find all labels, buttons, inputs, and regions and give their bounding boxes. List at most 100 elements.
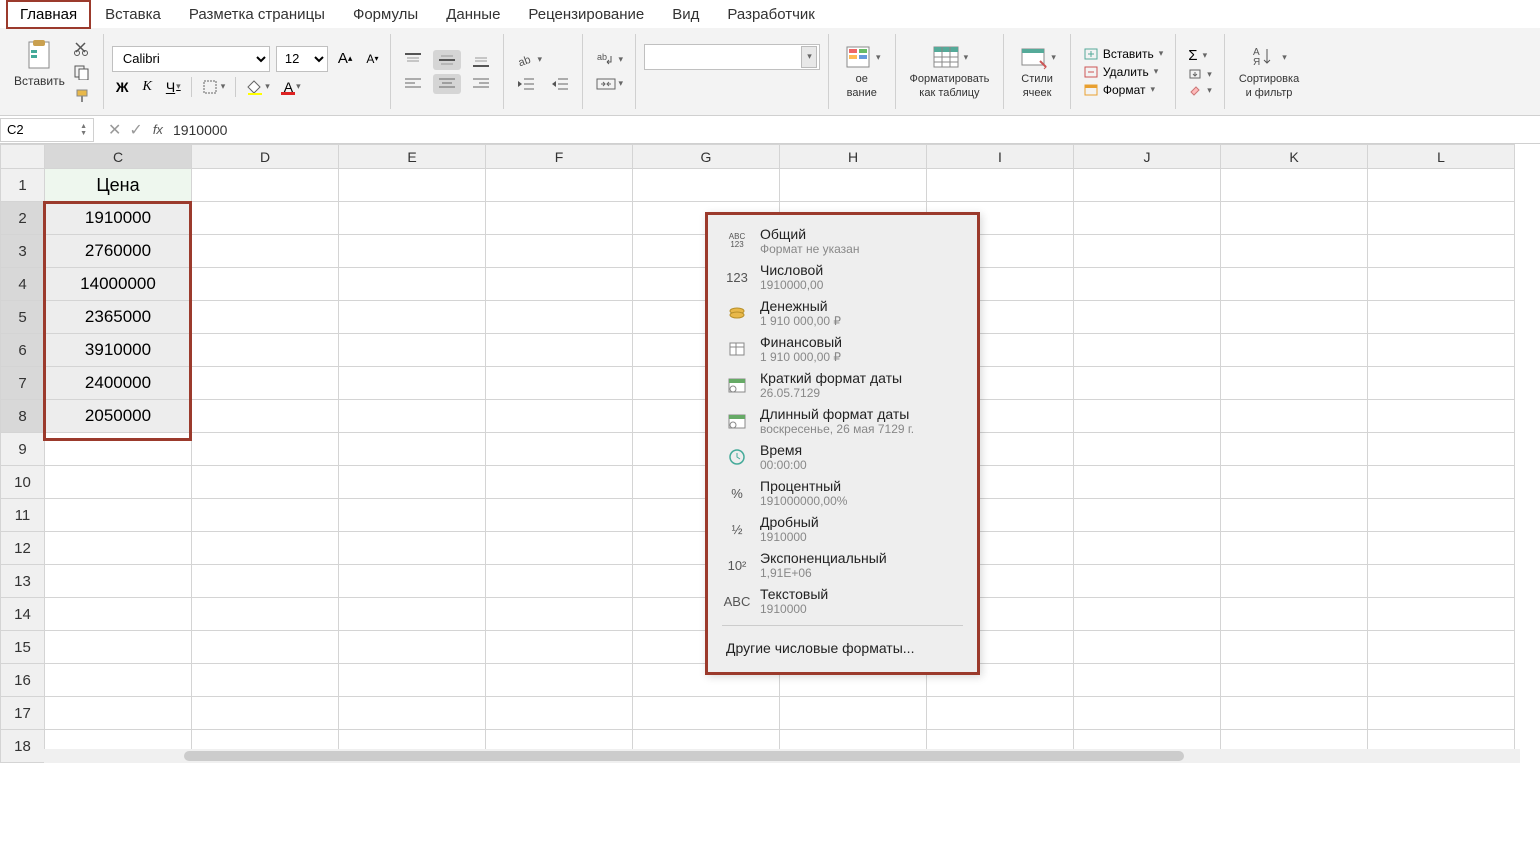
cell-F4[interactable] [486,268,633,301]
tab-формулы[interactable]: Формулы [339,0,432,29]
cell-J3[interactable] [1074,235,1221,268]
cell-J7[interactable] [1074,367,1221,400]
sort-filter-button[interactable]: AЯ▾ Сортировка и фильтр [1233,41,1305,101]
col-header-F[interactable]: F [486,145,633,169]
cell-E11[interactable] [339,499,486,532]
cell-styles-button[interactable]: ▾ Стили ячеек [1012,41,1062,101]
format-option-длинный-формат-даты[interactable]: Длинный формат датывоскресенье, 26 мая 7… [708,403,977,439]
cell-C9[interactable] [45,433,192,466]
cell-D15[interactable] [192,631,339,664]
cell-D11[interactable] [192,499,339,532]
cell-J13[interactable] [1074,565,1221,598]
cell-F3[interactable] [486,235,633,268]
cell-C13[interactable] [45,565,192,598]
format-option-числовой[interactable]: 123Числовой1910000,00 [708,259,977,295]
font-name-select[interactable]: Calibri [112,46,270,72]
cell-D2[interactable] [192,202,339,235]
cell-C2[interactable]: 1910000 [45,202,192,235]
row-header-1[interactable]: 1 [1,169,45,202]
cell-C11[interactable] [45,499,192,532]
cell-C3[interactable]: 2760000 [45,235,192,268]
cell-K10[interactable] [1221,466,1368,499]
cell-D8[interactable] [192,400,339,433]
cell-K8[interactable] [1221,400,1368,433]
cell-L6[interactable] [1368,334,1515,367]
cell-D7[interactable] [192,367,339,400]
cell-F9[interactable] [486,433,633,466]
cell-D14[interactable] [192,598,339,631]
cell-E8[interactable] [339,400,486,433]
cell-D1[interactable] [192,169,339,202]
cell-L9[interactable] [1368,433,1515,466]
tab-разметка страницы[interactable]: Разметка страницы [175,0,339,29]
col-header-D[interactable]: D [192,145,339,169]
cell-G17[interactable] [633,697,780,730]
cell-D5[interactable] [192,301,339,334]
cell-C1[interactable]: Цена [45,169,192,202]
cancel-icon[interactable]: ✕ [108,120,121,140]
cell-L16[interactable] [1368,664,1515,697]
format-option-денежный[interactable]: Денежный1 910 000,00 ₽ [708,295,977,331]
cell-C15[interactable] [45,631,192,664]
font-size-select[interactable]: 12 [276,46,328,72]
align-left-button[interactable] [399,74,427,94]
col-header-K[interactable]: K [1221,145,1368,169]
cell-E1[interactable] [339,169,486,202]
cell-F16[interactable] [486,664,633,697]
paste-button[interactable]: Вставить [14,38,65,106]
cell-E13[interactable] [339,565,486,598]
cell-F11[interactable] [486,499,633,532]
cell-C8[interactable]: 2050000 [45,400,192,433]
cell-E17[interactable] [339,697,486,730]
row-header-18[interactable]: 18 [1,730,45,763]
cell-D12[interactable] [192,532,339,565]
confirm-icon[interactable]: ✓ [129,120,142,140]
cell-F15[interactable] [486,631,633,664]
cell-F14[interactable] [486,598,633,631]
cell-F1[interactable] [486,169,633,202]
cell-F12[interactable] [486,532,633,565]
fx-icon[interactable]: fx [153,122,163,137]
cell-J14[interactable] [1074,598,1221,631]
cell-C16[interactable] [45,664,192,697]
cell-F8[interactable] [486,400,633,433]
cell-H17[interactable] [780,697,927,730]
cell-L8[interactable] [1368,400,1515,433]
row-header-10[interactable]: 10 [1,466,45,499]
row-header-4[interactable]: 4 [1,268,45,301]
merge-button[interactable]: ▾ [591,74,627,94]
conditional-formatting-button[interactable]: ▾ ое вание [837,41,887,101]
tab-главная[interactable]: Главная [6,0,91,29]
cell-K7[interactable] [1221,367,1368,400]
cell-K12[interactable] [1221,532,1368,565]
wrap-text-button[interactable]: ab▾ [591,50,627,70]
cell-K17[interactable] [1221,697,1368,730]
cell-L4[interactable] [1368,268,1515,301]
cell-L14[interactable] [1368,598,1515,631]
cell-J4[interactable] [1074,268,1221,301]
cell-K14[interactable] [1221,598,1368,631]
cell-J6[interactable] [1074,334,1221,367]
borders-button[interactable]: ▾ [198,77,230,97]
cell-L1[interactable] [1368,169,1515,202]
font-color-button[interactable]: A▾ [280,76,305,98]
cell-K6[interactable] [1221,334,1368,367]
cell-D10[interactable] [192,466,339,499]
format-option-процентный[interactable]: %Процентный191000000,00% [708,475,977,511]
italic-button[interactable]: К [139,77,156,97]
cell-J17[interactable] [1074,697,1221,730]
select-all-corner[interactable] [1,145,45,169]
cell-K16[interactable] [1221,664,1368,697]
autosum-button[interactable]: Σ▾ [1184,46,1216,65]
cell-K9[interactable] [1221,433,1368,466]
cell-K3[interactable] [1221,235,1368,268]
cell-J8[interactable] [1074,400,1221,433]
row-header-5[interactable]: 5 [1,301,45,334]
row-header-2[interactable]: 2 [1,202,45,235]
format-as-table-button[interactable]: ▾ Форматировать как таблицу [904,41,996,101]
name-box[interactable]: C2 ▲▼ [0,118,94,142]
cell-C10[interactable] [45,466,192,499]
cell-I17[interactable] [927,697,1074,730]
row-header-16[interactable]: 16 [1,664,45,697]
cell-L3[interactable] [1368,235,1515,268]
